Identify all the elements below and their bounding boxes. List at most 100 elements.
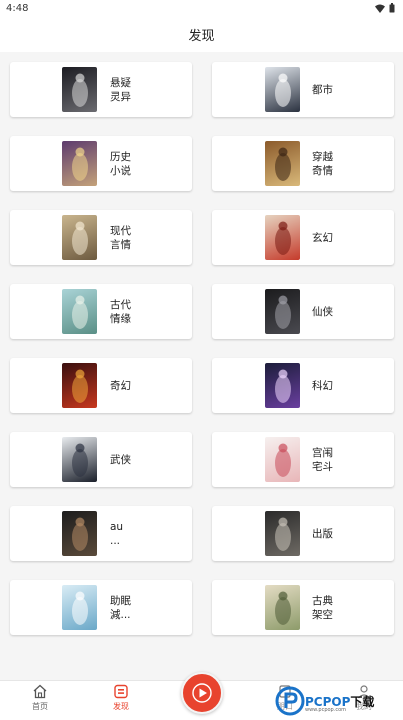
nav-discover-label: 发现 <box>113 702 129 711</box>
battery-icon <box>389 3 395 13</box>
category-card[interactable]: 古典 架空 <box>212 580 394 635</box>
status-icons <box>375 3 395 13</box>
cover-art <box>72 517 88 551</box>
category-card[interactable]: 穿越 奇情 <box>212 136 394 191</box>
cover-art <box>275 591 291 625</box>
cover-art <box>72 221 88 255</box>
cover-figure <box>72 597 88 625</box>
category-label: 仙侠 <box>312 305 333 318</box>
status-time: 4:48 <box>6 2 29 14</box>
pcpop-logo-icon <box>275 686 305 716</box>
category-card[interactable]: 武侠 <box>10 432 192 487</box>
cover-figure <box>275 301 291 329</box>
category-card[interactable]: 玄幻 <box>212 210 394 265</box>
nav-discover[interactable]: 发现 <box>101 684 141 712</box>
book-cover-image <box>62 363 97 408</box>
category-label: 都市 <box>312 83 333 96</box>
book-cover-image <box>265 437 300 482</box>
cover-art <box>275 517 291 551</box>
cover-art <box>275 295 291 329</box>
cover-figure <box>275 449 291 477</box>
wifi-icon <box>375 4 385 13</box>
category-card[interactable]: au ... <box>10 506 192 561</box>
cover-figure-head <box>75 221 85 231</box>
category-label: 出版 <box>312 527 333 540</box>
cover-figure <box>275 227 291 255</box>
category-card[interactable]: 仙侠 <box>212 284 394 339</box>
category-label: 古代 情缘 <box>110 298 131 325</box>
category-card[interactable]: 助眠 減... <box>10 580 192 635</box>
cover-art <box>72 591 88 625</box>
book-cover-image <box>265 511 300 556</box>
cover-art <box>72 443 88 477</box>
book-cover-image <box>265 141 300 186</box>
category-card[interactable]: 悬疑 灵异 <box>10 62 192 117</box>
category-card[interactable]: 现代 言情 <box>10 210 192 265</box>
category-card[interactable]: 古代 情缘 <box>10 284 192 339</box>
cover-figure-head <box>278 369 288 379</box>
cover-figure-head <box>278 73 288 83</box>
category-label: 穿越 奇情 <box>312 150 333 177</box>
watermark: PCPOP下载 www.pcpop.com <box>275 684 403 718</box>
book-cover-image <box>62 289 97 334</box>
nav-home[interactable]: 首页 <box>20 684 60 712</box>
cover-figure-head <box>278 221 288 231</box>
cover-art <box>275 73 291 107</box>
discover-icon <box>114 684 128 699</box>
cover-figure <box>72 301 88 329</box>
cover-art <box>275 147 291 181</box>
watermark-suffix-text: 下载 <box>350 694 375 709</box>
cover-figure-head <box>278 591 288 601</box>
cover-figure <box>275 597 291 625</box>
page-header: 发现 <box>0 16 403 52</box>
book-cover-image <box>265 289 300 334</box>
cover-art <box>275 221 291 255</box>
watermark-sub: www.pcpop.com <box>305 707 346 713</box>
cover-art <box>275 369 291 403</box>
category-label: 武侠 <box>110 453 131 466</box>
category-label: 玄幻 <box>312 231 333 244</box>
book-cover-image <box>265 363 300 408</box>
category-label: 历史 小说 <box>110 150 131 177</box>
player-play-button[interactable] <box>181 672 223 714</box>
category-label: 科幻 <box>312 379 333 392</box>
book-cover-image <box>62 67 97 112</box>
cover-art <box>72 147 88 181</box>
category-label: au ... <box>110 520 124 547</box>
cover-figure-head <box>278 147 288 157</box>
book-cover-image <box>265 67 300 112</box>
play-icon <box>192 683 212 703</box>
page-title: 发现 <box>188 28 215 44</box>
book-cover-image <box>62 215 97 260</box>
book-cover-image <box>62 511 97 556</box>
cover-art <box>275 443 291 477</box>
cover-figure-head <box>278 443 288 453</box>
category-label: 奇幻 <box>110 379 131 392</box>
cover-figure <box>72 375 88 403</box>
category-label: 助眠 減... <box>110 594 131 621</box>
cover-figure <box>72 449 88 477</box>
category-card[interactable]: 出版 <box>212 506 394 561</box>
cover-figure <box>72 79 88 107</box>
cover-figure <box>275 79 291 107</box>
cover-figure <box>275 375 291 403</box>
book-cover-image <box>62 437 97 482</box>
cover-figure-head <box>278 295 288 305</box>
cover-art <box>72 73 88 107</box>
cover-figure-head <box>75 73 85 83</box>
category-grid: 悬疑 灵异 都市历史 小说 穿越 奇情现代 言情 玄幻古代 情缘 仙侠奇幻 科幻武侠 宫闱 … <box>10 62 394 635</box>
category-card[interactable]: 科幻 <box>212 358 394 413</box>
book-cover-image <box>62 585 97 630</box>
cover-art <box>72 295 88 329</box>
category-label: 悬疑 灵异 <box>110 76 131 103</box>
book-cover-image <box>265 585 300 630</box>
category-card[interactable]: 宫闱 宅斗 <box>212 432 394 487</box>
status-bar: 4:48 <box>0 0 403 16</box>
cover-figure-head <box>75 369 85 379</box>
category-card[interactable]: 历史 小说 <box>10 136 192 191</box>
category-card[interactable]: 都市 <box>212 62 394 117</box>
cover-figure <box>275 523 291 551</box>
cover-figure-head <box>75 147 85 157</box>
category-card[interactable]: 奇幻 <box>10 358 192 413</box>
book-cover-image <box>265 215 300 260</box>
